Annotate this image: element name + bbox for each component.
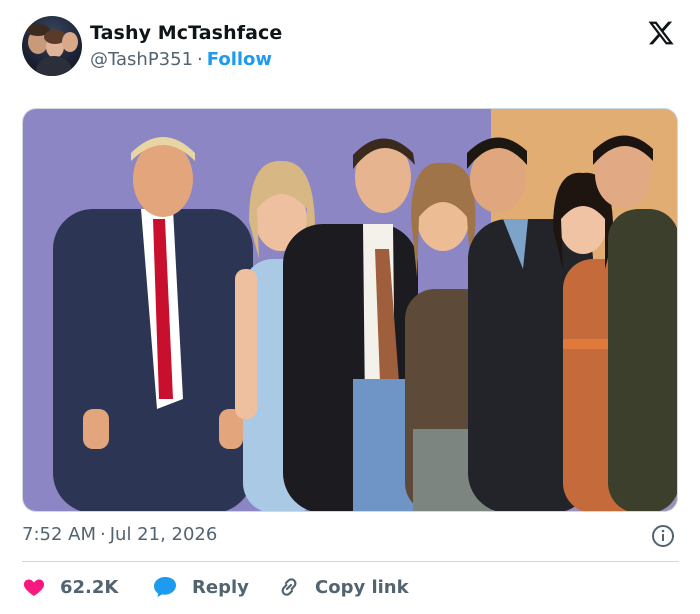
x-logo-icon[interactable] [646, 19, 676, 47]
post-time: 7:52 AM [22, 524, 96, 545]
divider [22, 561, 679, 562]
like-button[interactable]: 62.2K [22, 575, 152, 599]
like-count: 62.2K [60, 576, 119, 598]
author-handle[interactable]: @TashP351 [90, 49, 193, 70]
reply-button[interactable]: Reply [152, 575, 277, 599]
post-photo[interactable] [22, 108, 678, 512]
heart-icon [23, 579, 45, 596]
photo-image [23, 109, 677, 511]
reply-bubble-icon [154, 577, 176, 597]
post-card: Tashy McTashface @TashP351 · Follow 7:52… [0, 0, 700, 614]
info-icon[interactable] [651, 524, 675, 548]
action-bar: 62.2K Reply Copy link [22, 573, 409, 601]
timestamp-separator: · [100, 524, 106, 545]
copy-link-label: Copy link [315, 576, 409, 598]
avatar[interactable] [22, 16, 82, 76]
copy-link-button[interactable]: Copy link [277, 575, 409, 599]
link-icon [281, 578, 297, 596]
reply-label: Reply [192, 576, 249, 598]
author-handle-row: @TashP351 · Follow [90, 49, 272, 70]
handle-separator: · [197, 49, 203, 70]
post-timestamp[interactable]: 7:52 AM · Jul 21, 2026 [22, 524, 217, 545]
author-name[interactable]: Tashy McTashface [90, 22, 282, 44]
follow-button[interactable]: Follow [207, 49, 272, 70]
post-date: Jul 21, 2026 [109, 524, 218, 545]
